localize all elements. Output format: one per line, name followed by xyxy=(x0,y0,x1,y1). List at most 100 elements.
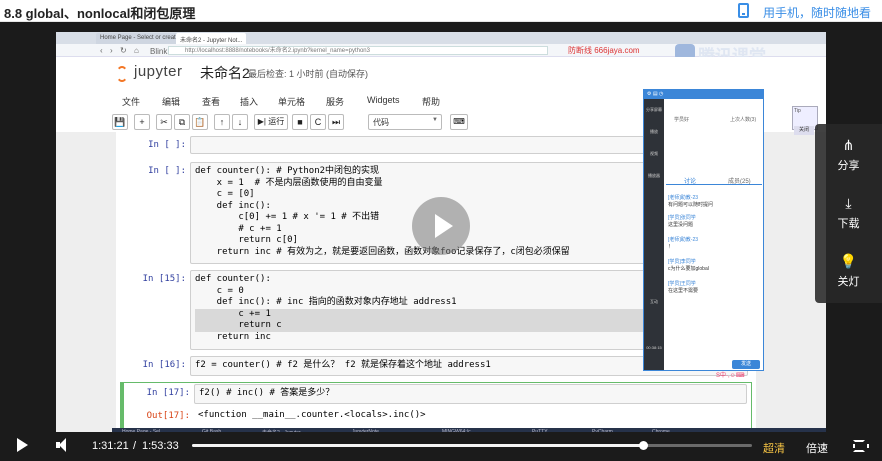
copy-button[interactable]: ⧉ xyxy=(174,114,190,130)
stop-button[interactable]: ■ xyxy=(292,114,308,130)
play-icon[interactable] xyxy=(17,438,28,452)
total-time: 1:53:33 xyxy=(142,440,179,452)
code-editor[interactable]: f2() # inc() # 答案是多少？ xyxy=(194,384,747,404)
chat-text: 这里没问题 xyxy=(668,222,694,228)
chat-sender: [学员]王同学 xyxy=(668,281,696,287)
side-action-panel: ⋔ 分享 ⤓ 下载 💡 关灯 xyxy=(815,124,882,303)
chat-sender: [学员]张同学 xyxy=(668,215,696,221)
chat-sender: [老师]助教-23 xyxy=(668,237,699,243)
keyboard-shortcuts-button[interactable]: ⌨ xyxy=(450,114,468,130)
input-prompt: In [ ]: xyxy=(148,166,186,176)
menu-help[interactable]: 帮助 xyxy=(422,95,440,108)
url-input[interactable]: http://localhost:8888/notebooks/未命名2.ipy… xyxy=(168,46,548,55)
active-code-cell[interactable]: In [17]: f2() # inc() # 答案是多少？ Out[17]: … xyxy=(120,382,752,430)
chat-tabs: 讨论 成员(25) xyxy=(666,175,762,185)
jupyter-menubar: 文件 编辑 查看 插入 单元格 服务 Widgets 帮助 xyxy=(112,92,692,110)
browser-tab-notebook[interactable]: 未命名2 - Jupyter Not... xyxy=(176,33,247,44)
title-bar: 8.8 global、nonlocal和闭包原理 用手机，随时随地看视频 xyxy=(0,0,882,37)
run-button[interactable]: ▶| 运行 xyxy=(254,114,288,130)
menu-kernel[interactable]: 服务 xyxy=(326,95,344,108)
phone-icon[interactable] xyxy=(738,3,749,18)
current-time: 1:31:21 xyxy=(92,440,129,452)
progress-bar[interactable] xyxy=(192,441,752,450)
lights-off-button[interactable]: 💡 关灯 xyxy=(815,252,882,289)
menu-edit[interactable]: 编辑 xyxy=(162,95,180,108)
chat-side-item[interactable]: 视频 xyxy=(646,151,662,157)
live-chat-panel: ⚙ ▤ ◷ 分享屏幕 播放 视频 播放器 互动 00:38:15 学员好 上次人… xyxy=(643,89,764,371)
chat-side-item[interactable]: 播放 xyxy=(646,129,662,135)
chat-clock: 00:38:15 xyxy=(646,345,662,350)
lightbulb-icon: 💡 xyxy=(839,253,858,269)
chat-header: ⚙ ▤ ◷ xyxy=(644,90,763,99)
progress-fill xyxy=(192,444,643,447)
chat-message: [老师]助教-23 有问题可以随时提问 xyxy=(668,194,760,208)
chat-text: ！ xyxy=(668,244,674,250)
move-up-button[interactable]: ↑ xyxy=(214,114,230,130)
input-prompt: In [16]: xyxy=(142,360,186,370)
send-button[interactable]: 发送 xyxy=(732,360,760,369)
quality-button[interactable]: 超清 xyxy=(763,440,785,456)
chat-info-left: 学员好 xyxy=(674,117,690,123)
ime-toolbar: S中·,☺⌨ xyxy=(716,373,745,379)
ad-text: 防断线 666jaya.com xyxy=(568,46,640,55)
chat-input-area[interactable]: 发送 xyxy=(666,358,762,370)
time-separator: / xyxy=(133,440,137,452)
chat-text: 在这里不需要 xyxy=(668,288,699,294)
menu-cell[interactable]: 单元格 xyxy=(278,95,305,108)
fullscreen-icon[interactable] xyxy=(853,440,869,452)
save-button[interactable]: 💾 xyxy=(112,114,128,130)
chat-sender: [学员]李同学 xyxy=(668,259,696,265)
mini-close-button[interactable]: 关闭 xyxy=(794,126,814,135)
share-icon: ⋔ xyxy=(842,137,855,153)
video-title: 8.8 global、nonlocal和闭包原理 xyxy=(4,6,196,21)
play-overlay-icon[interactable] xyxy=(412,197,470,255)
browser-tab-home[interactable]: Home Page - Select or create... xyxy=(96,33,189,44)
code-line: f2() # inc() # 答案是多少？ xyxy=(199,388,335,398)
cell-output: <function __main__.counter.<locals>.inc(… xyxy=(194,407,747,427)
download-icon: ⤓ xyxy=(845,195,852,211)
menu-widgets[interactable]: Widgets xyxy=(367,95,400,105)
chat-side-item[interactable]: 分享屏幕 xyxy=(646,107,662,113)
back-icon[interactable]: ‹ xyxy=(100,46,103,55)
forward-icon[interactable]: › xyxy=(110,46,113,55)
restart-button[interactable]: C xyxy=(310,114,326,130)
chat-sender: [老师]助教-23 xyxy=(668,195,699,201)
jupyter-logo-text: jupyter xyxy=(134,63,183,80)
download-button[interactable]: ⤓ 下载 xyxy=(815,194,882,231)
chat-tab-members[interactable]: 成员(25) xyxy=(728,176,751,185)
jupyter-header: jupyter 未命名2 最后检查: 1 小时前 (自动保存) xyxy=(56,57,826,91)
chat-tab-discussion[interactable]: 讨论 xyxy=(684,176,696,185)
address-bar-row: ‹ › ↻ ⌂ Blink内核 http://localhost:8888/no… xyxy=(56,44,826,66)
home-icon[interactable]: ⌂ xyxy=(134,46,139,55)
add-cell-button[interactable]: + xyxy=(134,114,150,130)
chat-side-item[interactable]: 播放器 xyxy=(646,173,662,179)
chat-message: [学员]李同学 c为什么要加global xyxy=(668,258,760,272)
chat-message: [学员]张同学 这里没问题 xyxy=(668,214,760,228)
chat-sidebar: 分享屏幕 播放 视频 播放器 互动 00:38:15 xyxy=(644,99,664,370)
restart-run-all-button[interactable]: ⏭ xyxy=(328,114,344,130)
chat-message: [老师]助教-23！ xyxy=(668,236,760,250)
chat-text: c为什么要加global xyxy=(668,266,709,272)
move-down-button[interactable]: ↓ xyxy=(232,114,248,130)
chat-text: 有问题可以随时提问 xyxy=(668,202,714,208)
progress-handle[interactable] xyxy=(638,441,648,450)
share-button[interactable]: ⋔ 分享 xyxy=(815,136,882,173)
volume-icon[interactable] xyxy=(56,438,72,452)
chat-info-right: 上次人数(3) xyxy=(730,117,757,123)
checkpoint-status: 最后检查: 1 小时前 (自动保存) xyxy=(248,69,369,79)
download-label: 下载 xyxy=(837,218,860,230)
input-prompt: In [15]: xyxy=(142,274,186,284)
lights-off-label: 关灯 xyxy=(837,276,860,288)
chat-side-item[interactable]: 互动 xyxy=(646,299,662,305)
jupyter-toolbar: 💾 + ✂ ⧉ 📋 ↑ ↓ ▶| 运行 ■ C ⏭ 代码 ⌨ xyxy=(112,112,692,132)
share-label: 分享 xyxy=(837,160,860,172)
paste-button[interactable]: 📋 xyxy=(192,114,208,130)
cut-button[interactable]: ✂ xyxy=(156,114,172,130)
notebook-title[interactable]: 未命名2 xyxy=(200,63,250,83)
menu-view[interactable]: 查看 xyxy=(202,95,220,108)
refresh-icon[interactable]: ↻ xyxy=(120,46,127,55)
speed-button[interactable]: 倍速 xyxy=(806,440,828,456)
cell-type-select[interactable]: 代码 xyxy=(368,114,442,130)
menu-insert[interactable]: 插入 xyxy=(240,95,258,108)
menu-file[interactable]: 文件 xyxy=(122,95,140,108)
